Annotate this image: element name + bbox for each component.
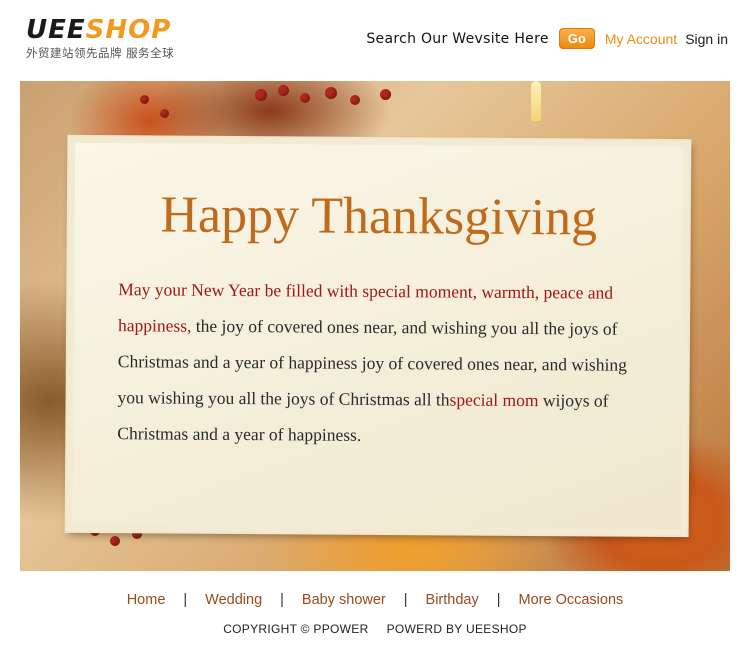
nav-separator: | [496, 592, 501, 608]
card-title: Happy Thanksgiving [160, 186, 598, 247]
powered-by-text: POWERD BY UEESHOP [386, 622, 527, 636]
footer-link-more-occasions[interactable]: More Occasions [519, 592, 624, 608]
message-highlight: special mom [449, 389, 539, 411]
go-button[interactable]: Go [558, 28, 595, 49]
berry-decoration [300, 93, 310, 103]
berry-decoration [350, 95, 360, 105]
search-label: Search Our Wevsite Here [366, 30, 549, 47]
berry-decoration [255, 89, 267, 101]
footer-link-baby-shower[interactable]: Baby shower [302, 592, 386, 608]
site-header: UEESHOP 外贸建站领先品牌 服务全球 Search Our Wevsite… [0, 0, 750, 80]
berry-decoration [160, 109, 169, 118]
logo-wordmark: UEESHOP [26, 16, 174, 44]
nav-separator: | [183, 592, 188, 608]
nav-separator: | [280, 592, 284, 608]
footer-link-wedding[interactable]: Wedding [205, 592, 262, 608]
footer-link-home[interactable]: Home [127, 592, 166, 608]
copyright-bar: COPYRIGHT © PPOWER POWERD BY UEESHOP [0, 622, 750, 636]
berry-decoration [110, 536, 120, 546]
berry-decoration [278, 85, 289, 96]
card-message: May your New Year be filled with special… [117, 271, 648, 455]
logo-tagline: 外贸建站领先品牌 服务全球 [26, 46, 175, 60]
greeting-card: Happy Thanksgiving May your New Year be … [66, 136, 690, 536]
berry-decoration [380, 89, 391, 100]
copyright-text: COPYRIGHT © PPOWER [223, 622, 369, 636]
candle-decoration [531, 81, 541, 121]
berry-decoration [325, 87, 337, 99]
ueeshop-logo[interactable]: UEESHOP 外贸建站领先品牌 服务全球 [26, 16, 174, 61]
my-account-link[interactable]: My Account [605, 31, 677, 47]
thanksgiving-banner: Happy Thanksgiving May your New Year be … [20, 81, 730, 571]
sign-in-link[interactable]: Sign in [685, 31, 728, 47]
logo-text-shop: SHOP [85, 15, 172, 45]
footer-link-birthday[interactable]: Birthday [426, 592, 479, 608]
nav-separator: | [403, 592, 408, 608]
top-navigation: Search Our Wevsite Here Go My Account Si… [366, 28, 728, 49]
berry-decoration [140, 95, 149, 104]
logo-text-uee: UEE [26, 15, 86, 45]
footer-navigation: Home | Wedding | Baby shower | Birthday | More O… [0, 592, 750, 608]
